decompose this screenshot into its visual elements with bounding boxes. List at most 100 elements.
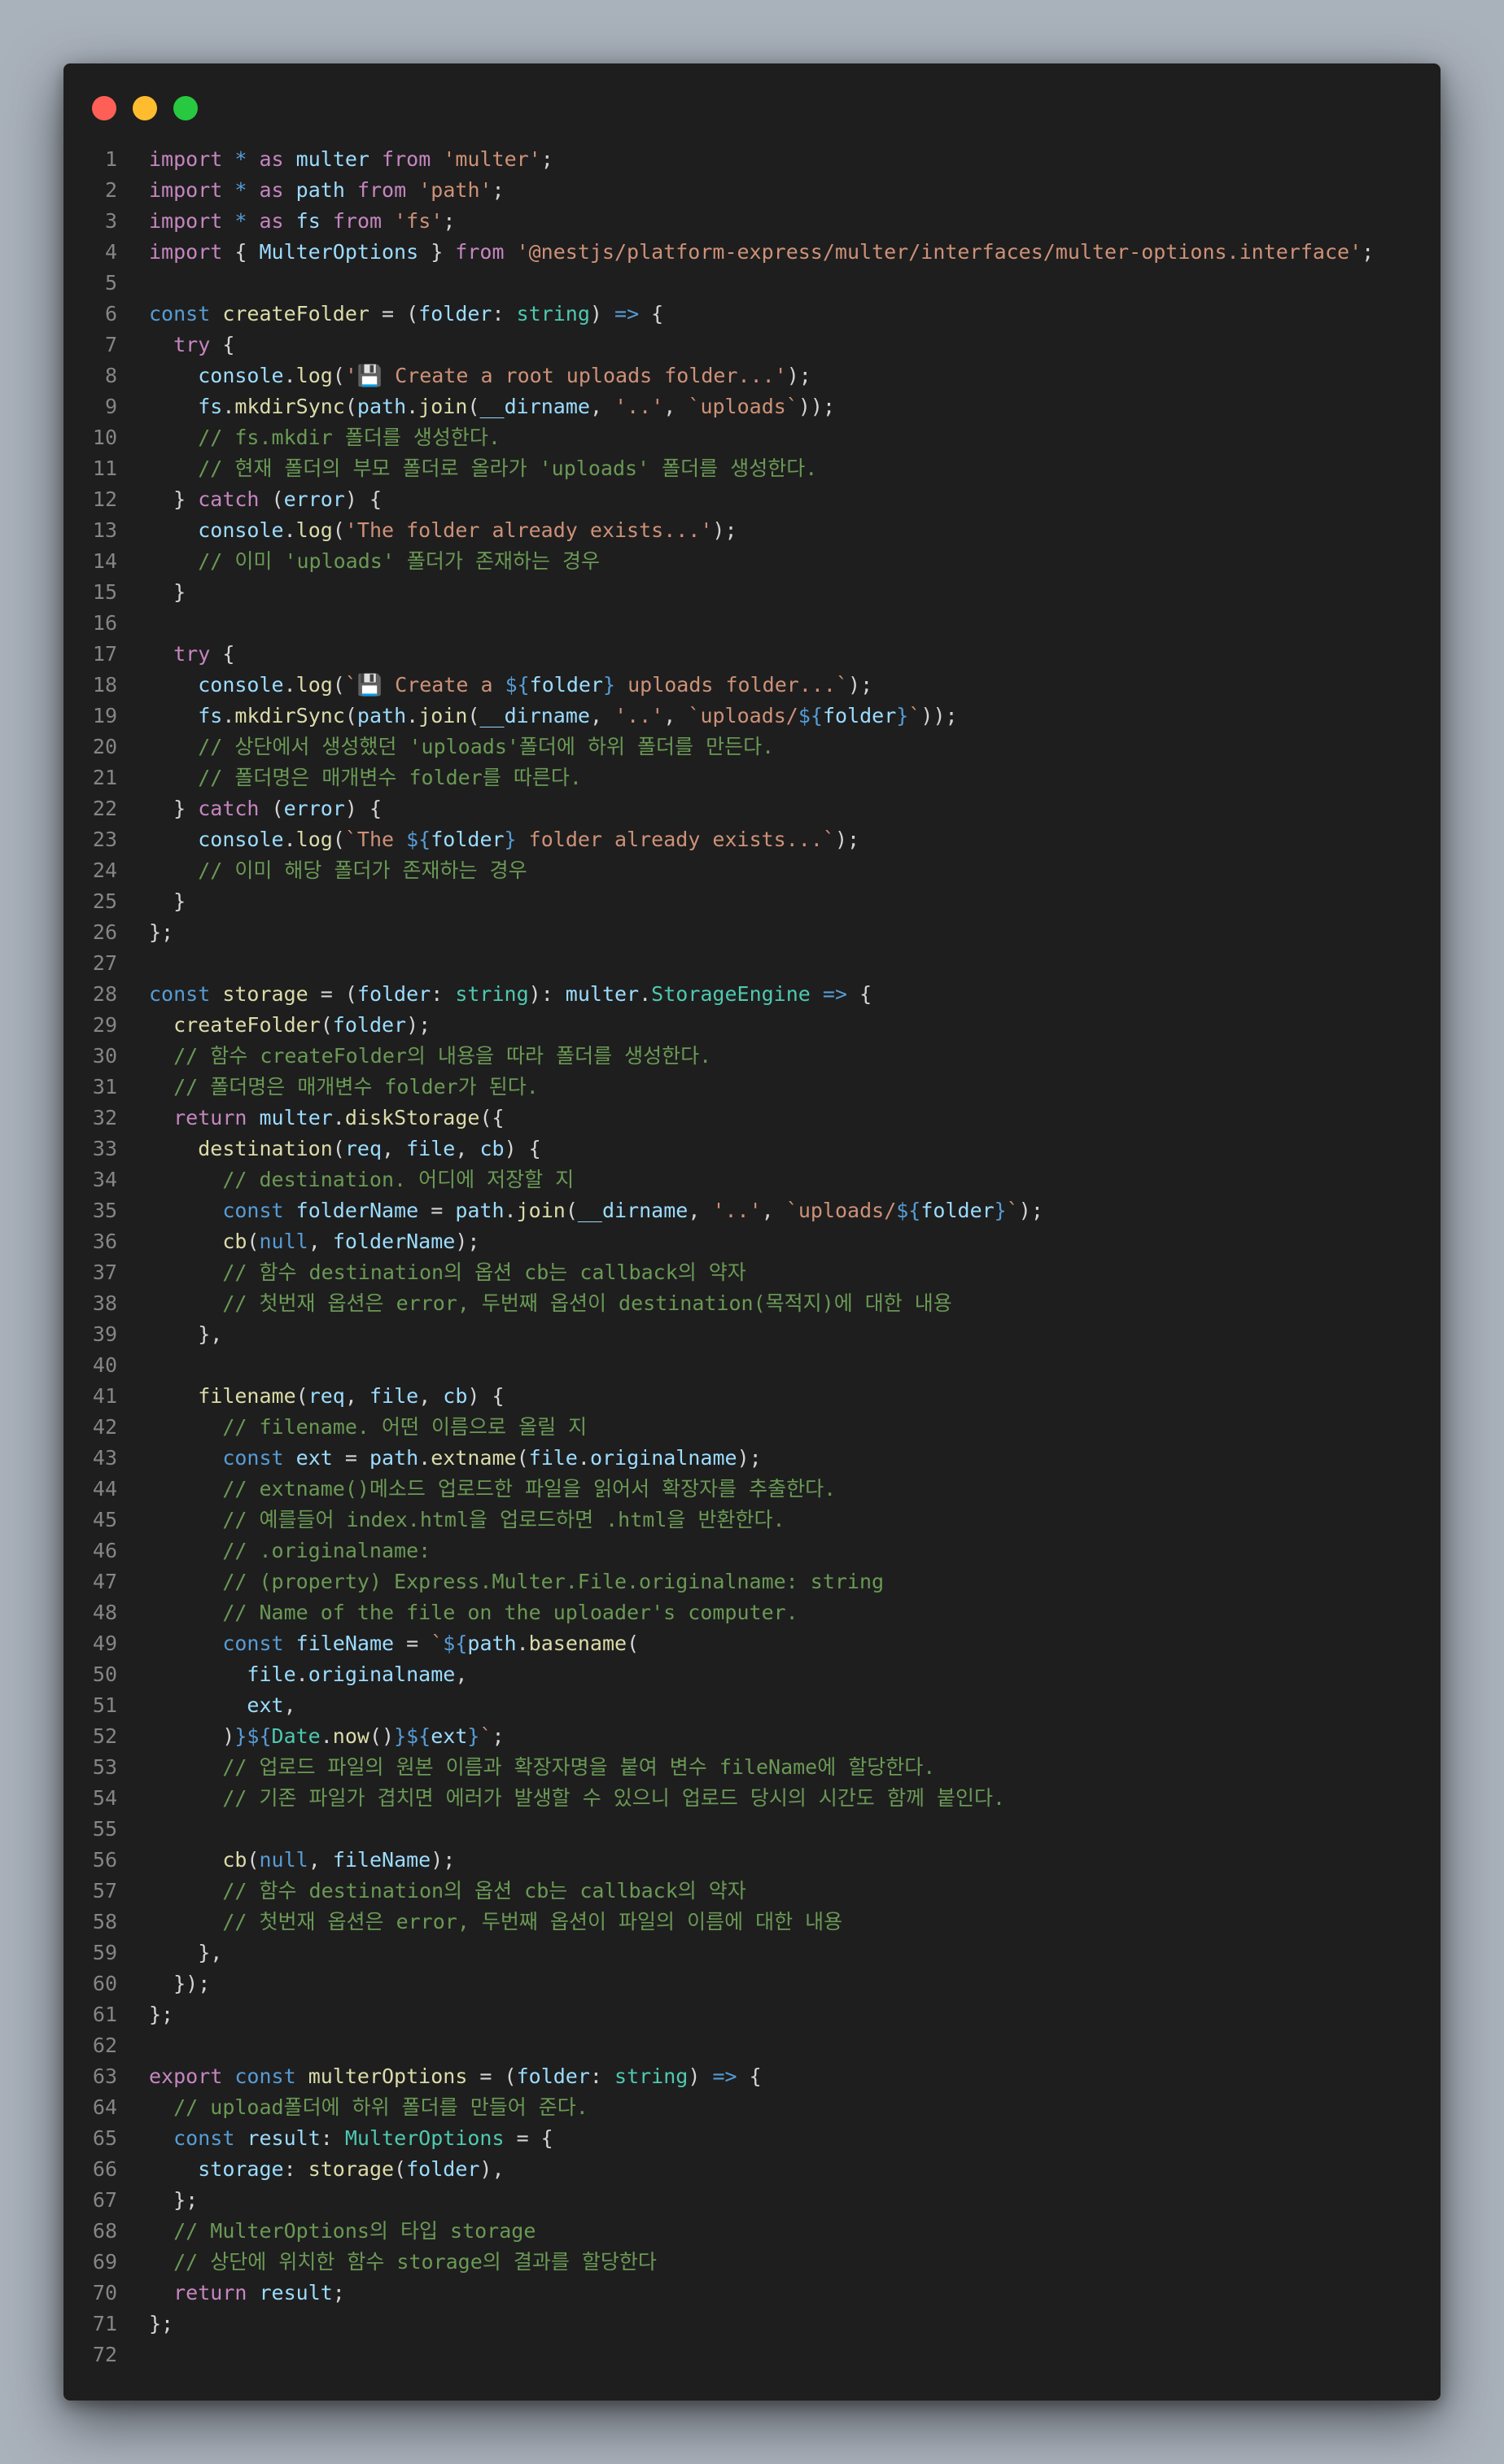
code-token: string xyxy=(516,302,590,325)
code-token: ); xyxy=(834,828,860,851)
code-token: folder xyxy=(516,2064,590,2088)
code-token: ); xyxy=(737,1446,762,1470)
code-token: ( xyxy=(332,1137,345,1160)
line-source: }; xyxy=(117,2185,198,2216)
code-token: ( xyxy=(344,704,357,727)
line-number: 15 xyxy=(92,580,117,604)
code-line: 48 // Name of the file on the uploader's… xyxy=(63,1597,1441,1628)
line-source: } catch (error) { xyxy=(117,484,382,515)
code-token: , xyxy=(589,704,615,727)
code-token: . xyxy=(222,395,235,418)
line-source: }, xyxy=(117,1938,222,1968)
code-token: ); xyxy=(1018,1199,1043,1222)
code-line: 41 filename(req, file, cb) { xyxy=(63,1381,1441,1412)
line-source: cb(null, folderName); xyxy=(117,1226,479,1257)
code-token: ( xyxy=(565,1199,578,1222)
code-token: multerOptions xyxy=(308,2064,468,2088)
code-token: , xyxy=(589,395,615,418)
line-number: 4 xyxy=(104,240,117,264)
code-token: folder xyxy=(356,982,431,1006)
code-token: ${ xyxy=(443,1632,468,1655)
line-number: 29 xyxy=(92,1013,117,1037)
code-token: ( xyxy=(332,364,345,387)
code-line: 9 fs.mkdirSync(path.join(__dirname, '..'… xyxy=(63,391,1441,422)
line-source: filename(req, file, cb) { xyxy=(117,1381,504,1412)
line-number: 63 xyxy=(92,2064,117,2088)
code-token: join xyxy=(418,395,468,418)
code-token: = ( xyxy=(308,982,357,1006)
code-token: folder xyxy=(431,828,505,851)
code-token: }; xyxy=(149,2312,174,2335)
line-source: // destination. 어디에 저장할 지 xyxy=(117,1164,574,1195)
line-number: 30 xyxy=(92,1044,117,1068)
code-token: () xyxy=(369,1724,395,1748)
code-line: 31 // 폴더명은 매개변수 folder가 된다. xyxy=(63,1072,1441,1103)
close-dot-icon[interactable] xyxy=(92,96,116,120)
line-source: // 이미 'uploads' 폴더가 존재하는 경우 xyxy=(117,546,600,577)
code-token: ( xyxy=(259,487,284,511)
code-line: 58 // 첫번재 옵션은 error, 두번째 옵션이 파일의 이름에 대한 … xyxy=(63,1907,1441,1938)
line-number: 56 xyxy=(92,1848,117,1872)
code-token: join xyxy=(418,704,468,727)
line-source: // 상단에 위치한 함수 storage의 결과를 할당한다 xyxy=(117,2247,657,2278)
line-source: // 함수 createFolder의 내용을 따라 폴더를 생성한다. xyxy=(117,1041,711,1072)
code-token: path xyxy=(369,1446,419,1470)
code-token: . xyxy=(295,1662,308,1686)
code-line: 25 } xyxy=(63,886,1441,917)
code-token: fileName xyxy=(332,1848,431,1872)
code-line: 5 xyxy=(63,268,1441,299)
code-token: as xyxy=(259,178,284,202)
code-token: ` xyxy=(1006,1199,1019,1222)
code-token: = { xyxy=(504,2126,553,2150)
code-token: null xyxy=(259,1230,308,1253)
code-token: ( xyxy=(394,2157,407,2181)
line-number: 33 xyxy=(92,1137,117,1160)
code-token: // 예를들어 index.html을 업로드하면 .html을 반환한다. xyxy=(222,1508,785,1531)
code-token: path xyxy=(356,395,407,418)
maximize-dot-icon[interactable] xyxy=(173,96,198,120)
line-number: 6 xyxy=(104,302,117,325)
code-token: folder xyxy=(822,704,897,727)
code-token: ({ xyxy=(479,1106,505,1129)
code-token: originalname xyxy=(308,1662,456,1686)
code-token: * xyxy=(234,209,247,233)
line-number: 42 xyxy=(92,1415,117,1439)
code-token: } xyxy=(602,673,616,697)
code-token: __dirname xyxy=(479,704,590,727)
line-number: 23 xyxy=(92,828,117,851)
code-block[interactable]: 1 import * as multer from 'multer'; 2 impor… xyxy=(63,144,1441,2370)
line-number: 16 xyxy=(92,611,117,635)
minimize-dot-icon[interactable] xyxy=(133,96,157,120)
line-number: 46 xyxy=(92,1539,117,1562)
code-token: fs xyxy=(198,704,223,727)
code-token: . xyxy=(283,673,296,697)
code-line: 61}; xyxy=(63,1999,1441,2030)
code-token: log xyxy=(295,364,333,387)
code-token: . xyxy=(418,1446,431,1470)
code-token: ( xyxy=(467,395,480,418)
code-token: __dirname xyxy=(479,395,590,418)
code-line: 50 file.originalname, xyxy=(63,1659,1441,1690)
code-token: => xyxy=(712,2064,737,2088)
line-source: }; xyxy=(117,917,173,948)
code-token: , xyxy=(283,1693,296,1717)
line-source: } xyxy=(117,577,186,608)
code-line: 47 // (property) Express.Multer.File.ori… xyxy=(63,1566,1441,1597)
line-source: } catch (error) { xyxy=(117,793,382,824)
code-token: try xyxy=(173,642,211,666)
code-token: originalname xyxy=(589,1446,737,1470)
code-token: // 상단에서 생성했던 'uploads'폴더에 하위 폴더를 만든다. xyxy=(198,735,775,758)
code-token: 'path' xyxy=(418,178,492,202)
